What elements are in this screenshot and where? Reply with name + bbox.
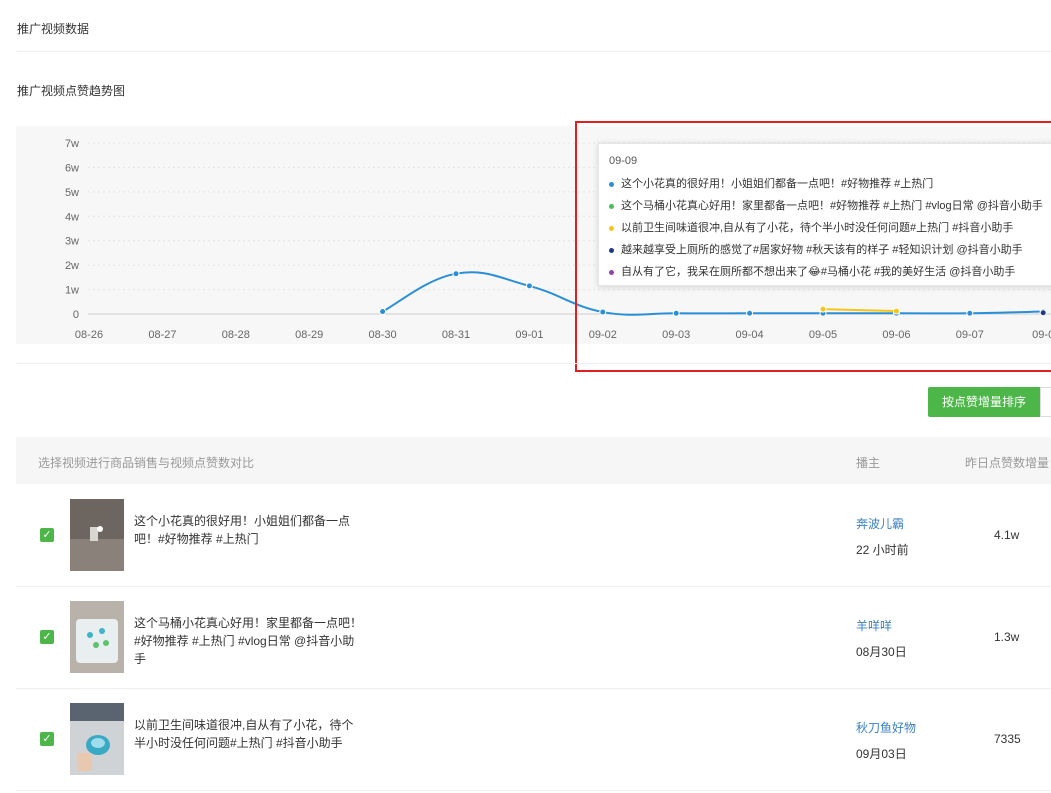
video-thumbnail[interactable] bbox=[70, 499, 124, 571]
video-title[interactable]: 以前卫生间味道很冲,自从有了小花，待个半小时没任何问题#上热门 #抖音小助手 bbox=[134, 716, 364, 752]
series-2-dot bbox=[609, 203, 614, 209]
table-row: ✓ 以前卫生间味道很冲,自从有了小花，待个半小时没任何问题#上热门 #抖音小助手… bbox=[16, 689, 1051, 791]
thumbnail-image bbox=[70, 703, 124, 775]
video-title[interactable]: 这个小花真的很好用！小姐姐们都备一点吧！#好物推荐 #上热门 bbox=[134, 512, 364, 548]
table-header: 选择视频进行商品销售与视频点赞数对比 播主 昨日点赞数增量 bbox=[16, 437, 1051, 484]
creator-link[interactable]: 秋刀鱼好物 bbox=[856, 719, 916, 736]
tooltip-item: 以前卫生间味道很冲,自从有了小花，待个半小时没任何问题#上热门 #抖音小助手 bbox=[609, 217, 1051, 239]
y-tick-label: 2w bbox=[65, 260, 79, 272]
table-row: ✓ 这个马桶小花真心好用！家里都备一点吧！#好物推荐 #上热门 #vlog日常 … bbox=[16, 587, 1051, 689]
publish-time: 09月03日 bbox=[856, 747, 907, 761]
x-tick-label: 08-31 bbox=[442, 329, 470, 341]
section-title: 推广视频数据 bbox=[17, 22, 90, 36]
tooltip-item-label: 自从有了它，我呆在厕所都不想出来了😂#马桶小花 #我的美好生活 @抖音小助手 bbox=[621, 266, 1016, 278]
tooltip-item: 自从有了它，我呆在厕所都不想出来了😂#马桶小花 #我的美好生活 @抖音小助手 bbox=[609, 261, 1051, 283]
table-row: ✓ 这个小花真的很好用！小姐姐们都备一点吧！#好物推荐 #上热门 奔波儿霸 22… bbox=[16, 485, 1051, 587]
tooltip-item-label: 这个小花真的很好用！小姐姐们都备一点吧！#好物推荐 #上热门 bbox=[621, 178, 934, 190]
likes-increment: 4.1w bbox=[994, 528, 1020, 542]
divider bbox=[17, 51, 1051, 52]
sort-secondary-button[interactable] bbox=[1040, 387, 1051, 417]
tooltip-item-label: 越来越享受上厕所的感觉了#居家好物 #秋天该有的样子 #轻知识计划 @抖音小助手 bbox=[621, 244, 1023, 256]
data-point bbox=[525, 282, 533, 290]
x-tick-label: 08-28 bbox=[222, 329, 250, 341]
publish-time: 08月30日 bbox=[856, 645, 907, 659]
y-tick-label: 1w bbox=[65, 285, 79, 297]
column-likes: 昨日点赞数增量 bbox=[965, 456, 1050, 470]
sort-by-likes-button[interactable]: 按点赞增量排序 bbox=[928, 387, 1040, 417]
y-tick-label: 4w bbox=[65, 211, 79, 223]
series-4-dot bbox=[609, 247, 614, 253]
tooltip-item-label: 以前卫生间味道很冲,自从有了小花，待个半小时没任何问题#上热门 #抖音小助手 bbox=[621, 222, 1014, 234]
publish-time: 22 小时前 bbox=[856, 543, 909, 557]
thumbnail-image bbox=[70, 499, 124, 571]
tooltip-date: 09-09 bbox=[609, 155, 638, 167]
likes-increment: 1.3w bbox=[994, 630, 1020, 644]
y-tick-label: 6w bbox=[65, 162, 79, 174]
series-1-dot bbox=[609, 181, 614, 187]
creator-link[interactable]: 羊咩咩 bbox=[856, 617, 892, 634]
video-thumbnail[interactable] bbox=[70, 601, 124, 673]
x-tick-label: 08-29 bbox=[295, 329, 323, 341]
select-hint: 选择视频进行商品销售与视频点赞数对比 bbox=[38, 456, 255, 470]
tooltip-item-label: 这个马桶小花真心好用！家里都备一点吧！#好物推荐 #上热门 #vlog日常 @抖… bbox=[621, 200, 1043, 212]
y-tick-label: 7w bbox=[65, 138, 79, 150]
row-checkbox[interactable]: ✓ bbox=[40, 630, 54, 644]
thumbnail-image bbox=[70, 601, 124, 673]
x-tick-label: 08-26 bbox=[75, 329, 103, 341]
creator-link[interactable]: 奔波儿霸 bbox=[856, 515, 904, 532]
likes-increment: 7335 bbox=[994, 732, 1021, 746]
x-tick-label: 09-01 bbox=[515, 329, 543, 341]
row-checkbox[interactable]: ✓ bbox=[40, 732, 54, 746]
divider bbox=[17, 363, 1051, 364]
tooltip-item: 这个马桶小花真心好用！家里都备一点吧！#好物推荐 #上热门 #vlog日常 @抖… bbox=[609, 195, 1051, 217]
series-5-dot bbox=[609, 269, 614, 275]
tooltip-item: 越来越享受上厕所的感觉了#居家好物 #秋天该有的样子 #轻知识计划 @抖音小助手 bbox=[609, 239, 1051, 261]
x-tick-label: 08-27 bbox=[148, 329, 176, 341]
chart-title: 推广视频点赞趋势图 bbox=[17, 84, 126, 98]
series-3-dot bbox=[609, 225, 614, 231]
x-tick-label: 08-30 bbox=[369, 329, 397, 341]
chart-tooltip: 09-09 这个小花真的很好用！小姐姐们都备一点吧！#好物推荐 #上热门 这个马… bbox=[598, 143, 1051, 286]
data-point bbox=[452, 270, 460, 278]
column-creator: 播主 bbox=[856, 456, 881, 470]
y-tick-label: 3w bbox=[65, 236, 79, 248]
data-point bbox=[379, 308, 387, 316]
tooltip-item: 这个小花真的很好用！小姐姐们都备一点吧！#好物推荐 #上热门 bbox=[609, 173, 1051, 195]
y-tick-label: 0 bbox=[73, 309, 79, 321]
row-checkbox[interactable]: ✓ bbox=[40, 528, 54, 542]
video-thumbnail[interactable] bbox=[70, 703, 124, 775]
y-tick-label: 5w bbox=[65, 187, 79, 199]
video-title[interactable]: 这个马桶小花真心好用！家里都备一点吧！#好物推荐 #上热门 #vlog日常 @抖… bbox=[134, 614, 364, 668]
